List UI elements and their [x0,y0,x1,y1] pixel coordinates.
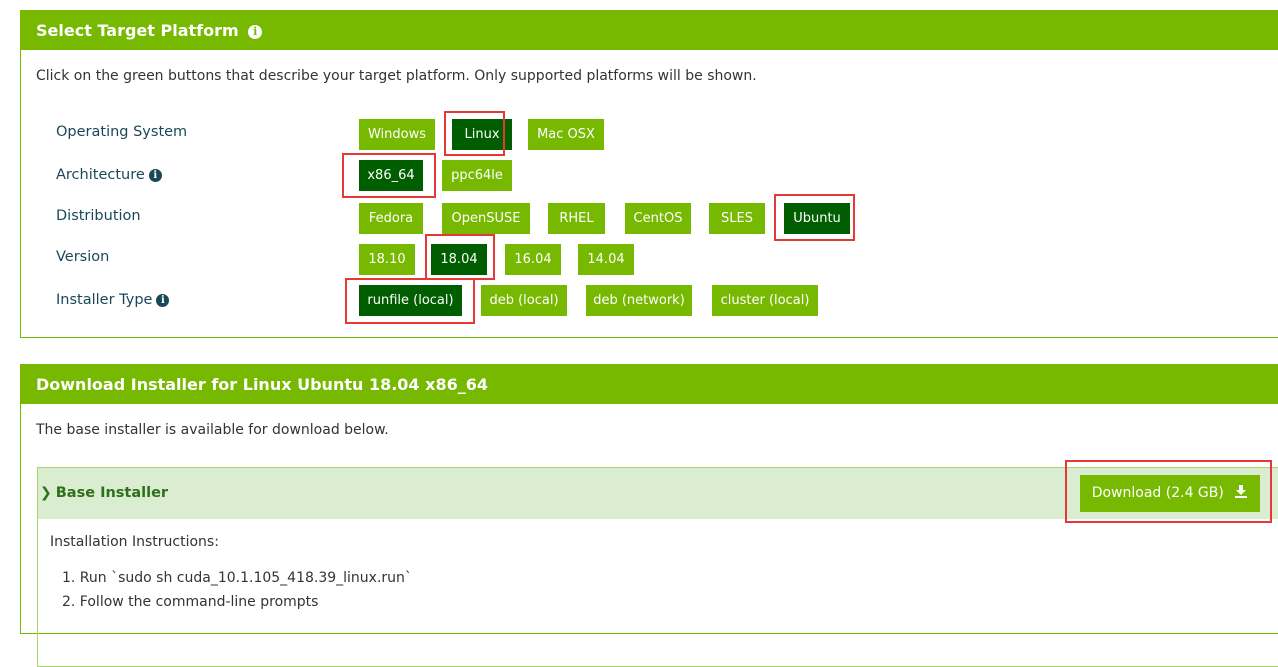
version-option-18-10[interactable]: 18.10 [359,244,415,275]
base-installer-title-text: Base Installer [55,485,169,501]
select-platform-title: Select Target Platform [36,21,239,40]
distro-option-opensuse[interactable]: OpenSUSE [442,203,530,234]
download-header: Download Installer for Linux Ubuntu 18.0… [21,365,1278,404]
installer-option-deb-local[interactable]: deb (local) [481,285,567,316]
installer-option-deb-network[interactable]: deb (network) [586,285,692,316]
select-platform-header: Select Target Platform i [21,11,1278,50]
os-option-mac-osx[interactable]: Mac OSX [528,119,604,150]
select-platform-panel: Select Target Platform i Click on the gr… [20,10,1278,338]
version-option-14-04[interactable]: 14.04 [578,244,634,275]
info-circle-icon[interactable]: i [156,293,170,307]
chevron-right-icon: ❯ [40,485,52,501]
os-label: Operating System [56,124,188,140]
arch-label: Architecture i [56,167,162,183]
distro-option-centos[interactable]: CentOS [625,203,691,234]
info-circle-icon[interactable]: i [248,24,263,39]
installer-option-runfile-local[interactable]: runfile (local) [359,285,462,316]
distro-option-rhel[interactable]: RHEL [548,203,605,234]
arch-option-ppc64le[interactable]: ppc64le [442,160,512,191]
installation-instructions-heading: Installation Instructions: [50,534,219,550]
instruction-step: 1. Run `sudo sh cuda_10.1.105_418.39_lin… [62,570,412,586]
base-installer-header[interactable]: ❯ Base Installer Download (2.4 GB) [38,468,1278,519]
distro-label: Distribution [56,208,141,224]
installer-label-text: Installer Type [56,292,153,308]
download-title: Download Installer for Linux Ubuntu 18.0… [36,375,488,394]
select-platform-description: Click on the green buttons that describe… [36,68,757,84]
arch-label-text: Architecture [56,167,145,183]
download-button-label: Download (2.4 GB) [1091,485,1224,501]
download-panel: Download Installer for Linux Ubuntu 18.0… [20,364,1278,667]
distro-option-fedora[interactable]: Fedora [359,203,423,234]
download-icon [1235,485,1248,498]
base-installer-section: ❯ Base Installer Download (2.4 GB) Instal… [37,467,1278,667]
distro-option-ubuntu[interactable]: Ubuntu [784,203,850,234]
installer-option-cluster-local[interactable]: cluster (local) [712,285,818,316]
distro-option-sles[interactable]: SLES [709,203,765,234]
installer-label: Installer Type i [56,292,170,308]
info-circle-icon[interactable]: i [148,168,162,182]
download-description: The base installer is available for down… [36,422,389,438]
version-label: Version [56,249,110,265]
download-button[interactable]: Download (2.4 GB) [1080,475,1260,512]
version-option-18-04[interactable]: 18.04 [431,244,487,275]
os-option-linux[interactable]: Linux [452,119,512,150]
instruction-step: 2. Follow the command-line prompts [62,594,319,610]
os-option-windows[interactable]: Windows [359,119,435,150]
arch-option-x86-64[interactable]: x86_64 [359,160,423,191]
version-option-16-04[interactable]: 16.04 [505,244,561,275]
base-installer-title[interactable]: ❯ Base Installer [38,468,168,519]
